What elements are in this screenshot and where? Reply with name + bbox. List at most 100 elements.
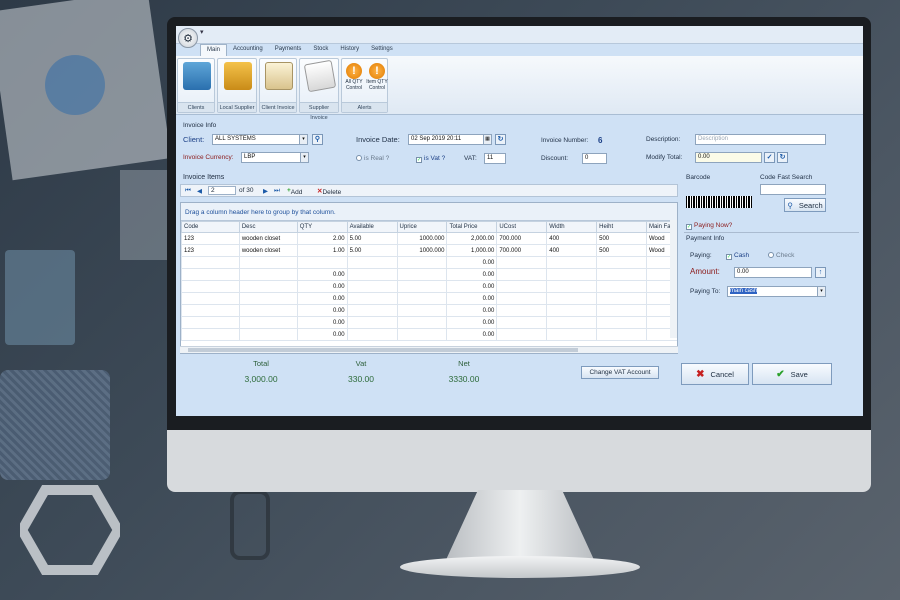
- table-cell[interactable]: 0.00: [446, 304, 498, 317]
- vat-input[interactable]: 11: [484, 153, 506, 164]
- refresh-date-icon[interactable]: ↻: [495, 134, 506, 145]
- modify-total-input[interactable]: 0.00: [695, 152, 762, 163]
- discount-input[interactable]: 0: [582, 153, 607, 164]
- table-row[interactable]: 0.00 0.00: [181, 292, 677, 305]
- tab-settings[interactable]: Settings: [365, 44, 399, 56]
- table-cell[interactable]: [181, 268, 240, 281]
- description-input[interactable]: Description: [695, 134, 826, 145]
- column-header[interactable]: Total Price: [446, 221, 498, 233]
- column-header[interactable]: UCost: [496, 221, 548, 233]
- table-cell[interactable]: 0.00: [446, 268, 498, 281]
- table-cell[interactable]: [496, 268, 548, 281]
- table-cell[interactable]: [296, 256, 348, 269]
- table-row[interactable]: 0.00 0.00: [181, 268, 677, 281]
- confirm-check-icon[interactable]: ✓: [764, 152, 775, 163]
- table-row[interactable]: 123 wooden closet 1.00 5.00 1000.000 1,000.00…: [181, 244, 677, 257]
- table-row[interactable]: 0.00 0.00: [181, 328, 677, 341]
- refresh-total-icon[interactable]: ↻: [777, 152, 788, 163]
- paying-to-select[interactable]: main cash ▾: [727, 286, 826, 297]
- group-panel-hint[interactable]: Drag a column header here to group by th…: [181, 203, 677, 221]
- table-cell[interactable]: [596, 256, 647, 269]
- column-header[interactable]: Code: [181, 221, 240, 233]
- amount-input[interactable]: 0.00: [734, 267, 812, 278]
- table-cell[interactable]: [181, 304, 240, 317]
- tab-main[interactable]: Main: [200, 44, 228, 56]
- table-cell[interactable]: [238, 280, 298, 293]
- table-cell[interactable]: 1000.000: [396, 232, 448, 245]
- table-cell[interactable]: [238, 268, 298, 281]
- table-cell[interactable]: wooden closet: [238, 244, 298, 257]
- table-cell[interactable]: [496, 328, 548, 341]
- item-qty-control-button[interactable]: ! Item QTY Control: [366, 60, 388, 102]
- table-row[interactable]: 0.00 0.00: [181, 280, 677, 293]
- table-cell[interactable]: [346, 304, 398, 317]
- table-cell[interactable]: [346, 316, 398, 329]
- first-page-icon[interactable]: ⏮: [185, 187, 191, 195]
- tab-history[interactable]: History: [334, 44, 365, 56]
- table-cell[interactable]: [396, 256, 448, 269]
- table-cell[interactable]: 0.00: [446, 292, 498, 305]
- table-cell[interactable]: 2,000.00: [446, 232, 498, 245]
- table-cell[interactable]: 0.00: [446, 256, 498, 269]
- table-cell[interactable]: [596, 316, 647, 329]
- table-cell[interactable]: [238, 328, 298, 341]
- table-cell[interactable]: [396, 280, 448, 293]
- table-cell[interactable]: [181, 292, 240, 305]
- table-row[interactable]: 0.00 0.00: [181, 304, 677, 317]
- table-cell[interactable]: [181, 256, 240, 269]
- delete-row-button[interactable]: ✕ Delete: [317, 187, 341, 196]
- table-cell[interactable]: 700.000: [496, 244, 548, 257]
- arrow-up-icon[interactable]: ↑: [815, 267, 826, 278]
- table-row[interactable]: 0.00 0.00: [181, 316, 677, 329]
- table-cell[interactable]: [546, 292, 598, 305]
- table-cell[interactable]: [596, 328, 647, 341]
- currency-select[interactable]: LBP ▾: [241, 152, 309, 163]
- paying-now-checkbox[interactable]: ✓ Paying Now?: [686, 222, 732, 230]
- table-cell[interactable]: 0.00: [296, 268, 348, 281]
- table-cell[interactable]: [496, 316, 548, 329]
- table-cell[interactable]: 500: [596, 244, 647, 257]
- table-cell[interactable]: 400: [546, 232, 598, 245]
- table-cell[interactable]: 700.000: [496, 232, 548, 245]
- chevron-down-icon[interactable]: ▾: [300, 153, 308, 162]
- search-button[interactable]: ⚲ Search: [784, 198, 826, 212]
- table-cell[interactable]: 0.00: [446, 280, 498, 293]
- table-cell[interactable]: [181, 316, 240, 329]
- table-cell[interactable]: 1,000.00: [446, 244, 498, 257]
- column-header[interactable]: QTY: [296, 221, 348, 233]
- table-cell[interactable]: [496, 256, 548, 269]
- vertical-scrollbar[interactable]: [670, 220, 677, 338]
- next-page-icon[interactable]: ▶: [263, 187, 268, 195]
- table-cell[interactable]: 0.00: [296, 280, 348, 293]
- is-vat-checkbox[interactable]: ✓ is Vat ?: [416, 155, 445, 163]
- table-cell[interactable]: [546, 304, 598, 317]
- table-cell[interactable]: [546, 268, 598, 281]
- table-cell[interactable]: 0.00: [296, 292, 348, 305]
- table-cell[interactable]: 400: [546, 244, 598, 257]
- table-cell[interactable]: [496, 292, 548, 305]
- table-cell[interactable]: 1000.000: [396, 244, 448, 257]
- is-real-option[interactable]: is Real ?: [356, 155, 389, 162]
- table-cell[interactable]: [238, 304, 298, 317]
- table-cell[interactable]: [546, 256, 598, 269]
- table-cell[interactable]: 0.00: [296, 304, 348, 317]
- code-fast-search-input[interactable]: [760, 184, 826, 195]
- table-cell[interactable]: [496, 280, 548, 293]
- all-qty-control-button[interactable]: ! All QTY Control: [343, 60, 365, 102]
- table-cell[interactable]: [346, 256, 398, 269]
- column-header[interactable]: Heiht: [596, 221, 647, 233]
- table-cell[interactable]: 123: [181, 232, 240, 245]
- add-row-button[interactable]: + Add: [287, 187, 302, 196]
- table-cell[interactable]: 5.00: [346, 232, 398, 245]
- save-button[interactable]: ✔ Save: [752, 363, 832, 385]
- table-cell[interactable]: [238, 316, 298, 329]
- table-cell[interactable]: [346, 280, 398, 293]
- horizontal-scrollbar[interactable]: [180, 346, 678, 353]
- table-cell[interactable]: 0.00: [446, 316, 498, 329]
- table-cell[interactable]: wooden closet: [238, 232, 298, 245]
- last-page-icon[interactable]: ⏭: [274, 187, 280, 195]
- table-cell[interactable]: 5.00: [346, 244, 398, 257]
- scroll-thumb[interactable]: [188, 348, 578, 352]
- tab-payments[interactable]: Payments: [269, 44, 308, 56]
- table-cell[interactable]: [238, 256, 298, 269]
